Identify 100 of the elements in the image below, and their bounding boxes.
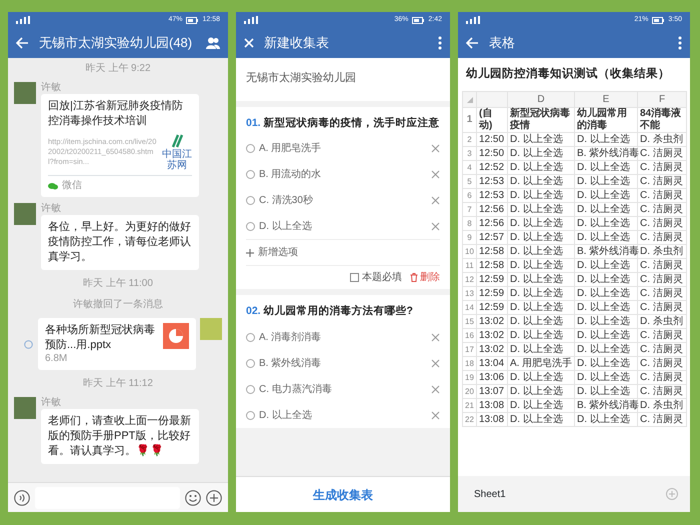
- table-cell: D. 以上全选: [574, 174, 638, 189]
- chat-title: 无锡市太湖实验幼儿园(48): [39, 34, 194, 52]
- remove-option-icon[interactable]: [431, 384, 440, 394]
- table-cell: D. 以上全选: [574, 384, 638, 399]
- radio-icon[interactable]: [246, 170, 255, 179]
- table-cell: D. 以上全选: [508, 146, 574, 161]
- remove-option-icon[interactable]: [431, 358, 440, 368]
- add-option-link[interactable]: 新增选项: [246, 239, 440, 266]
- table-cell: C. 洁厕灵: [638, 342, 686, 357]
- more-options-icon[interactable]: [438, 36, 442, 50]
- generate-form-button[interactable]: 生成收集表: [236, 476, 450, 512]
- row-number[interactable]: 7: [462, 202, 476, 217]
- remove-option-icon[interactable]: [431, 332, 440, 342]
- more-options-icon[interactable]: [678, 36, 682, 50]
- message-time: 昨天 上午 11:00: [82, 276, 154, 291]
- table-cell: D. 以上全选: [574, 272, 638, 287]
- table-cell: 13:07: [476, 384, 508, 399]
- emoji-icon[interactable]: [185, 490, 201, 506]
- file-bubble[interactable]: 各种场所新型冠状病毒预防...用.pptx 6.8M: [38, 318, 196, 370]
- row-number[interactable]: 10: [462, 244, 476, 259]
- row-number[interactable]: 19: [462, 370, 476, 385]
- table-cell: 新型冠状病毒疫情: [508, 108, 574, 133]
- group-members-icon[interactable]: [206, 37, 220, 49]
- row-number[interactable]: 22: [462, 412, 476, 427]
- table-cell: C. 洁厕灵: [638, 202, 686, 217]
- row-number[interactable]: 13: [462, 286, 476, 301]
- back-arrow-icon[interactable]: [16, 37, 29, 49]
- table-cell: D. 以上全选: [574, 216, 638, 231]
- remove-option-icon[interactable]: [431, 170, 440, 179]
- row-number[interactable]: 18: [462, 356, 476, 371]
- row-number[interactable]: 20: [462, 384, 476, 399]
- remove-option-icon[interactable]: [431, 410, 440, 420]
- table-cell: D. 以上全选: [508, 272, 574, 287]
- radio-icon[interactable]: [246, 358, 255, 368]
- table-cell: 12:56: [476, 216, 508, 231]
- radio-icon[interactable]: [246, 144, 255, 153]
- remove-option-icon[interactable]: [431, 144, 440, 153]
- table-cell: 12:53: [476, 174, 508, 189]
- radio-icon[interactable]: [246, 384, 255, 394]
- add-icon[interactable]: [206, 490, 222, 506]
- row-number[interactable]: 12: [462, 272, 476, 287]
- table-cell: D. 以上全选: [508, 342, 574, 357]
- row-number[interactable]: 1: [462, 108, 476, 133]
- row-number[interactable]: 8: [462, 216, 476, 231]
- radio-icon[interactable]: [246, 410, 255, 420]
- row-number[interactable]: 4: [462, 160, 476, 175]
- table-cell: C. 洁厕灵: [638, 160, 686, 175]
- remove-option-icon[interactable]: [431, 222, 440, 231]
- table-cell: D. 以上全选: [574, 188, 638, 203]
- table-cell: 12:53: [476, 188, 508, 203]
- option-label: C. 清洗30秒: [259, 194, 314, 208]
- row-number[interactable]: 14: [462, 300, 476, 315]
- photo-placeholder: [200, 318, 222, 340]
- table-cell: 12:59: [476, 300, 508, 315]
- remove-option-icon[interactable]: [431, 196, 440, 205]
- row-number[interactable]: 17: [462, 342, 476, 357]
- radio-icon[interactable]: [246, 332, 255, 342]
- required-checkbox[interactable]: 本题必填: [350, 270, 402, 286]
- back-arrow-icon[interactable]: [466, 37, 479, 49]
- row-number[interactable]: 21: [462, 398, 476, 413]
- column-header[interactable]: E: [574, 92, 638, 108]
- row-number[interactable]: 16: [462, 328, 476, 343]
- table-cell: A. 用肥皂洗手: [508, 356, 574, 371]
- battery-icon: [652, 16, 664, 24]
- file-name: 各种场所新型冠状病毒预防...用.pptx: [45, 323, 155, 353]
- row-number[interactable]: 11: [462, 258, 476, 273]
- sheet-tab[interactable]: Sheet1: [474, 486, 506, 502]
- table-cell: D. 以上全选: [574, 230, 638, 245]
- table-cell: D. 以上全选: [508, 132, 574, 147]
- option-label: D. 以上全选: [259, 408, 313, 422]
- table-cell: D. 以上全选: [574, 300, 638, 315]
- row-number[interactable]: 6: [462, 188, 476, 203]
- table-cell: D. 以上全选: [574, 258, 638, 273]
- corner-icon: [466, 96, 472, 103]
- delete-link[interactable]: 删除: [410, 270, 440, 286]
- table-cell: D. 以上全选: [508, 370, 574, 385]
- table-cell: B. 紫外线消毒: [574, 244, 638, 259]
- table-cell: D. 以上全选: [508, 188, 574, 203]
- row-number[interactable]: 5: [462, 174, 476, 189]
- battery-icon: [186, 16, 198, 24]
- table-cell: D. 以上全选: [508, 160, 574, 175]
- table-cell: D. 以上全选: [508, 412, 574, 427]
- table-cell: D. 以上全选: [508, 230, 574, 245]
- row-number[interactable]: 15: [462, 314, 476, 329]
- column-header[interactable]: F: [638, 92, 686, 108]
- radio-icon[interactable]: [246, 196, 255, 205]
- table-cell: (自动): [476, 108, 508, 133]
- voice-icon[interactable]: [14, 490, 30, 506]
- add-sheet-icon[interactable]: [666, 488, 678, 500]
- radio-icon[interactable]: [246, 222, 255, 231]
- message-time: 昨天 上午 9:22: [84, 62, 152, 76]
- row-number[interactable]: 3: [462, 146, 476, 161]
- column-header[interactable]: D: [508, 92, 574, 108]
- sender-name: 许敏: [41, 82, 62, 94]
- option-label: A. 用肥皂洗手: [259, 142, 322, 156]
- row-number[interactable]: 2: [462, 132, 476, 147]
- row-number[interactable]: 9: [462, 230, 476, 245]
- table-cell: D. 以上全选: [508, 328, 574, 343]
- close-icon[interactable]: [244, 38, 254, 48]
- trash-icon: [410, 273, 418, 282]
